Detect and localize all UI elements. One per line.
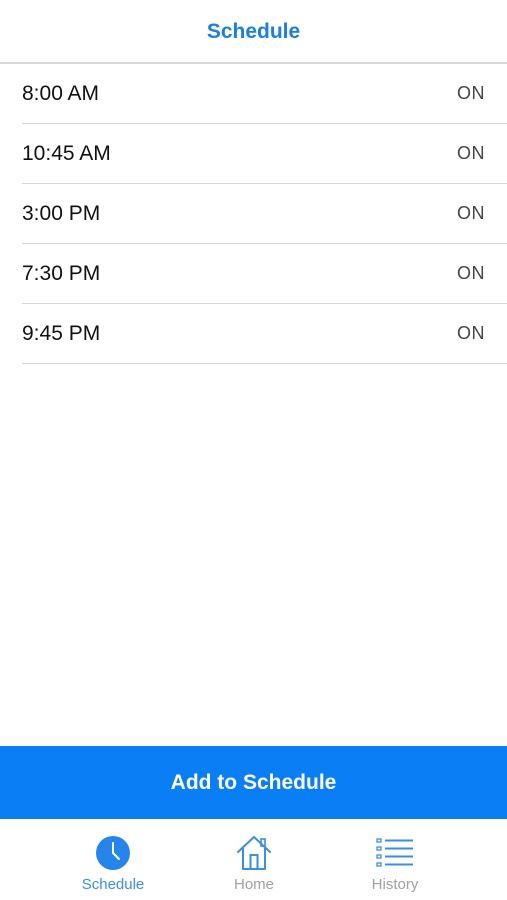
schedule-time: 3:00 PM: [22, 201, 101, 225]
schedule-time: 7:30 PM: [22, 261, 101, 285]
schedule-time: 10:45 AM: [22, 141, 111, 165]
schedule-time: 8:00 AM: [22, 81, 100, 105]
schedule-status[interactable]: ON: [457, 203, 485, 224]
tab-bar: Schedule Home History: [0, 819, 507, 900]
tab-label: History: [371, 876, 419, 893]
schedule-row[interactable]: 10:45 AM ON: [22, 124, 507, 184]
clock-icon: [93, 833, 133, 873]
schedule-status[interactable]: ON: [457, 263, 485, 284]
navigation-bar: Schedule: [0, 0, 507, 64]
schedule-status[interactable]: ON: [457, 83, 485, 104]
schedule-row[interactable]: 7:30 PM ON: [22, 244, 507, 304]
tab-schedule[interactable]: Schedule: [53, 819, 173, 900]
schedule-time: 9:45 PM: [22, 321, 101, 345]
schedule-row[interactable]: 3:00 PM ON: [22, 184, 507, 244]
tab-home[interactable]: Home: [194, 819, 314, 900]
page-title: Schedule: [206, 20, 301, 43]
tab-history[interactable]: History: [335, 819, 455, 900]
add-to-schedule-button[interactable]: Add to Schedule: [0, 746, 507, 819]
schedule-status[interactable]: ON: [457, 143, 485, 164]
tab-label: Schedule: [81, 876, 145, 893]
home-icon: [234, 833, 274, 873]
tab-label: Home: [233, 876, 274, 893]
list-icon: [375, 833, 415, 873]
schedule-row[interactable]: 9:45 PM ON: [22, 304, 507, 364]
schedule-status[interactable]: ON: [457, 323, 485, 344]
schedule-row[interactable]: 8:00 AM ON: [22, 64, 507, 124]
schedule-list: 8:00 AM ON 10:45 AM ON 3:00 PM ON 7:30 P…: [0, 64, 507, 364]
